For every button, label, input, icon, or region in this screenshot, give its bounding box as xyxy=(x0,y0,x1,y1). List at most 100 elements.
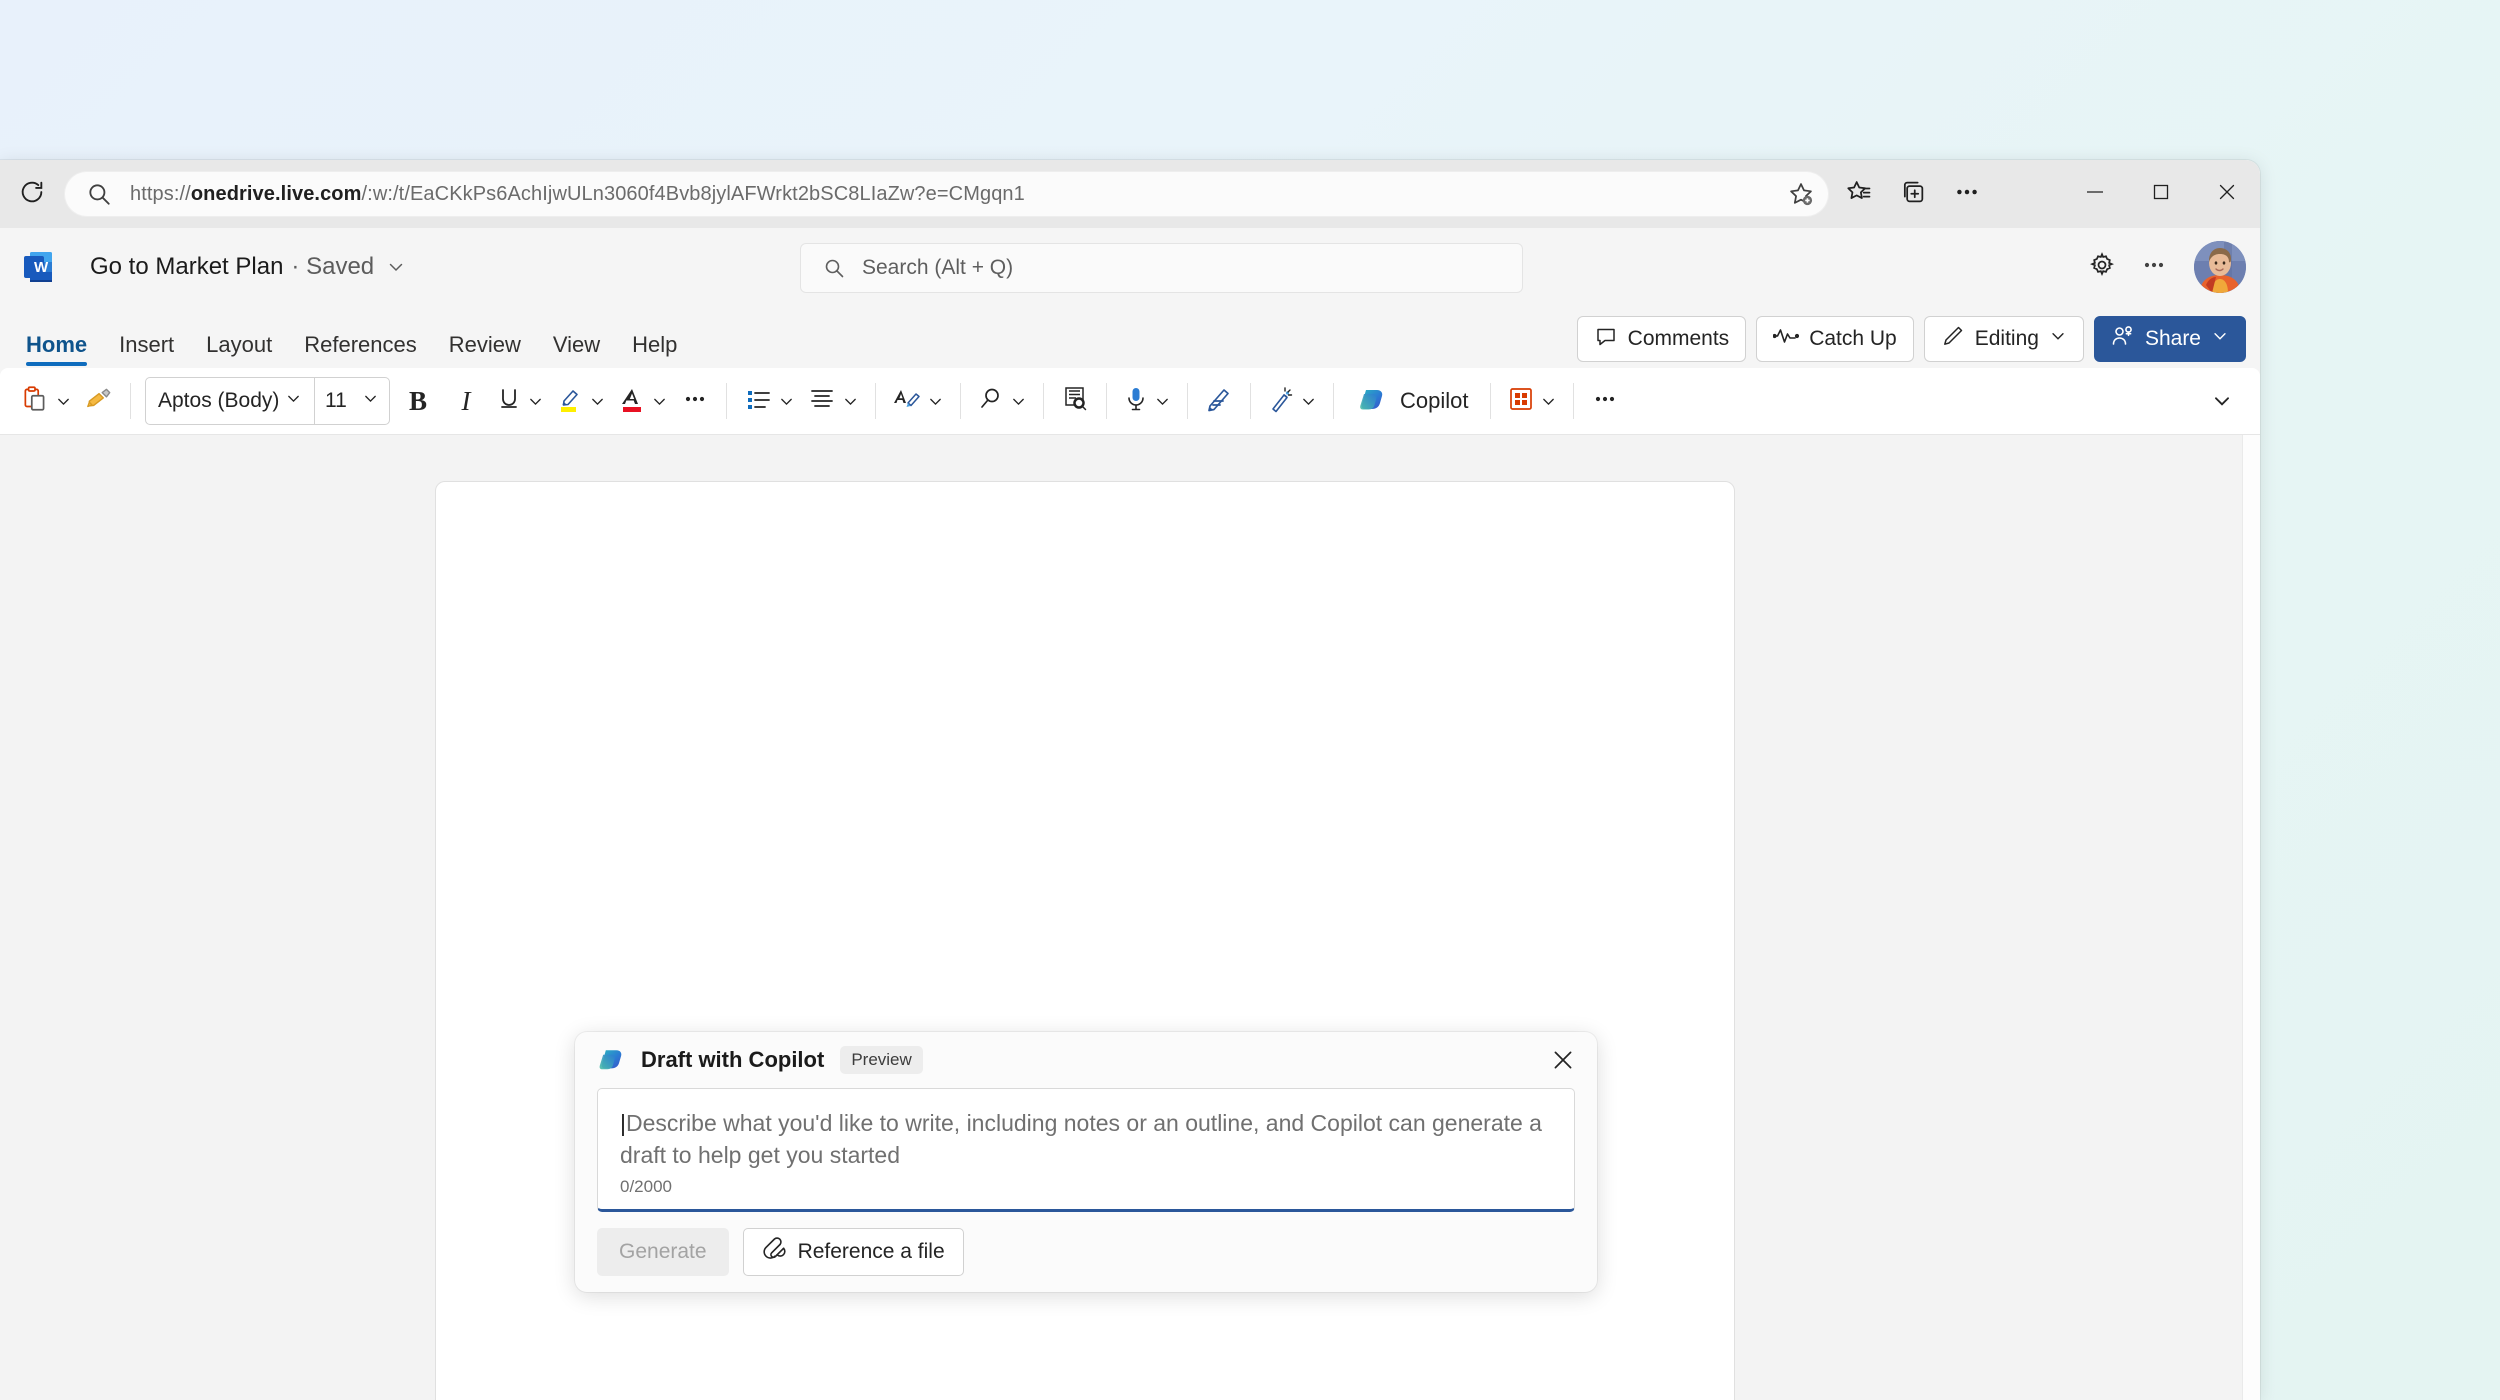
paste-button[interactable] xyxy=(14,376,78,426)
copilot-icon xyxy=(1356,382,1390,421)
reference-a-file-button[interactable]: Reference a file xyxy=(742,1228,964,1276)
bulleted-list-button[interactable] xyxy=(737,376,801,426)
tab-layout[interactable]: Layout xyxy=(190,334,288,368)
ribbon-collapse-button[interactable] xyxy=(2202,386,2242,420)
share-person-icon xyxy=(2111,324,2135,354)
document-canvas: Draft with Copilot Preview |Describe wha… xyxy=(0,434,2260,1400)
chevron-down-icon xyxy=(386,257,406,277)
editor-review-icon xyxy=(1204,384,1234,419)
text-styles-icon xyxy=(892,384,922,419)
chevron-down-icon xyxy=(55,393,72,410)
font-color-icon xyxy=(618,384,646,419)
settings-button[interactable] xyxy=(2076,241,2128,293)
ribbon-divider xyxy=(1106,383,1107,419)
dialog-title: Draft with Copilot xyxy=(641,1047,825,1072)
user-avatar[interactable] xyxy=(2194,241,2246,293)
gear-icon xyxy=(2088,251,2116,284)
ribbon-overflow-ellipsis-icon xyxy=(1590,387,1620,416)
font-more-button[interactable] xyxy=(674,376,716,426)
bold-button[interactable]: B xyxy=(394,376,442,426)
chevron-down-icon xyxy=(927,393,944,410)
tab-insert[interactable]: Insert xyxy=(103,334,190,368)
catch-up-pulse-icon xyxy=(1772,324,1800,354)
comment-bubble-icon xyxy=(1594,324,1618,354)
paragraph-align-button[interactable] xyxy=(801,376,865,426)
reload-icon xyxy=(18,178,46,211)
find-button[interactable] xyxy=(971,376,1033,426)
editor-button[interactable] xyxy=(1198,376,1240,426)
document-scrollbar[interactable] xyxy=(2242,435,2260,1400)
browser-more-button[interactable] xyxy=(1943,170,1991,218)
ribbon-tabs-row: Home Insert Layout References Review Vie… xyxy=(0,306,2260,368)
share-label: Share xyxy=(2144,327,2201,350)
underline-button[interactable] xyxy=(490,376,550,426)
copilot-ribbon-button[interactable]: Copilot xyxy=(1344,376,1480,426)
microphone-dictate-icon xyxy=(1123,384,1149,419)
window-maximize-button[interactable] xyxy=(2128,160,2194,228)
pencil-icon xyxy=(1941,324,1965,354)
italic-button[interactable]: I xyxy=(442,376,490,426)
tab-view[interactable]: View xyxy=(537,334,616,368)
tab-help[interactable]: Help xyxy=(616,334,693,368)
share-button[interactable]: Share xyxy=(2093,316,2246,362)
copilot-prompt-input[interactable]: |Describe what you'd like to write, incl… xyxy=(597,1088,1575,1212)
dialog-header: Draft with Copilot Preview xyxy=(575,1032,1597,1088)
search-input[interactable]: Search (Alt + Q) xyxy=(800,243,1523,293)
ribbon-tabs: Home Insert Layout References Review Vie… xyxy=(10,334,693,368)
tab-references[interactable]: References xyxy=(288,334,433,368)
close-dialog-button[interactable] xyxy=(1543,1042,1583,1082)
ribbon-divider xyxy=(1573,383,1575,419)
word-app-header: W Go to Market Plan · Saved Search (Alt … xyxy=(0,228,2260,306)
font-size-select[interactable]: 11 xyxy=(315,378,389,424)
comments-button[interactable]: Comments xyxy=(1576,316,1747,362)
chevron-down-icon xyxy=(2049,327,2067,351)
font-more-ellipsis-icon xyxy=(680,387,710,416)
header-more-icon xyxy=(2140,251,2168,284)
text-highlight-icon xyxy=(556,384,584,419)
search-icon xyxy=(86,181,112,207)
font-size-value: 11 xyxy=(325,389,347,412)
chevron-down-icon xyxy=(285,389,302,413)
text-highlight-button[interactable] xyxy=(550,376,612,426)
browser-toolbar: https://onedrive.live.com/:w:/t/EaCKkPs6… xyxy=(0,160,2260,228)
dictate-button[interactable] xyxy=(1117,376,1177,426)
chevron-down-icon xyxy=(2211,327,2229,351)
minimize-icon xyxy=(2084,181,2106,208)
font-color-button[interactable] xyxy=(612,376,674,426)
ribbon-divider xyxy=(1490,383,1492,419)
address-bar[interactable]: https://onedrive.live.com/:w:/t/EaCKkPs6… xyxy=(64,171,1829,217)
immersive-reader-button[interactable] xyxy=(1054,376,1096,426)
document-title-button[interactable]: Go to Market Plan · Saved xyxy=(82,249,414,285)
document-title: Go to Market Plan xyxy=(90,253,284,280)
window-minimize-button[interactable] xyxy=(2062,160,2128,228)
editing-mode-button[interactable]: Editing xyxy=(1923,316,2084,362)
reload-button[interactable] xyxy=(10,172,54,216)
favorites-button[interactable] xyxy=(1835,170,1883,218)
bulleted-list-icon xyxy=(743,386,773,417)
catch-up-button[interactable]: Catch Up xyxy=(1756,316,1914,362)
header-action-buttons: Comments Catch Up Editing Share xyxy=(1576,316,2246,362)
window-close-button[interactable] xyxy=(2194,160,2260,228)
tab-review[interactable]: Review xyxy=(433,334,537,368)
tab-home[interactable]: Home xyxy=(10,334,103,368)
header-right-group xyxy=(2076,228,2246,306)
comments-label: Comments xyxy=(1627,327,1730,350)
generate-button[interactable]: Generate xyxy=(597,1228,729,1276)
preview-badge: Preview xyxy=(840,1046,923,1074)
ribbon-overflow-button[interactable] xyxy=(1584,376,1626,426)
svg-text:W: W xyxy=(34,259,49,276)
font-family-select[interactable]: Aptos (Body) xyxy=(146,378,314,424)
collections-button[interactable] xyxy=(1889,170,1937,218)
ribbon-divider xyxy=(1043,383,1044,419)
text-styles-button[interactable] xyxy=(886,376,950,426)
designer-button[interactable] xyxy=(1261,376,1323,426)
prompt-placeholder-text: Describe what you'd like to write, inclu… xyxy=(620,1110,1542,1168)
header-more-button[interactable] xyxy=(2128,241,2180,293)
add-ins-button[interactable] xyxy=(1501,376,1563,426)
add-favorite-star-icon[interactable] xyxy=(1781,174,1821,214)
ribbon-divider xyxy=(875,383,876,419)
maximize-icon xyxy=(2150,181,2172,208)
ribbon-divider xyxy=(1250,383,1251,419)
format-painter-button[interactable] xyxy=(78,376,120,426)
paragraph-align-icon xyxy=(807,386,837,417)
